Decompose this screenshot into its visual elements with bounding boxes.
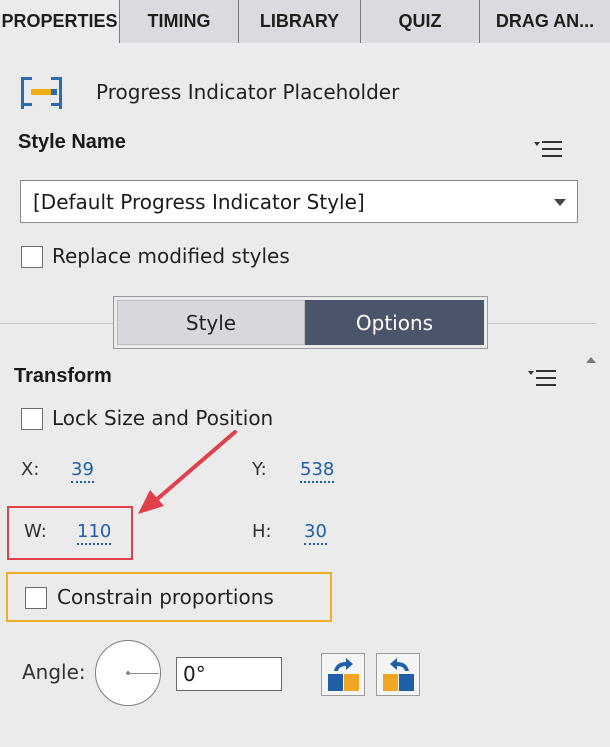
rotate-counterclockwise-button[interactable] [376,653,420,696]
angle-input[interactable]: 0° [176,657,282,691]
angle-dial[interactable] [95,640,161,706]
rotate-clockwise-button[interactable] [321,653,365,696]
annotation-arrow-icon [138,430,237,514]
rotate-clockwise-icon [328,658,359,691]
angle-dial-center [126,671,130,675]
angle-dial-needle [128,673,159,674]
rotate-counterclockwise-icon [383,658,414,691]
angle-label: Angle: [22,660,86,684]
